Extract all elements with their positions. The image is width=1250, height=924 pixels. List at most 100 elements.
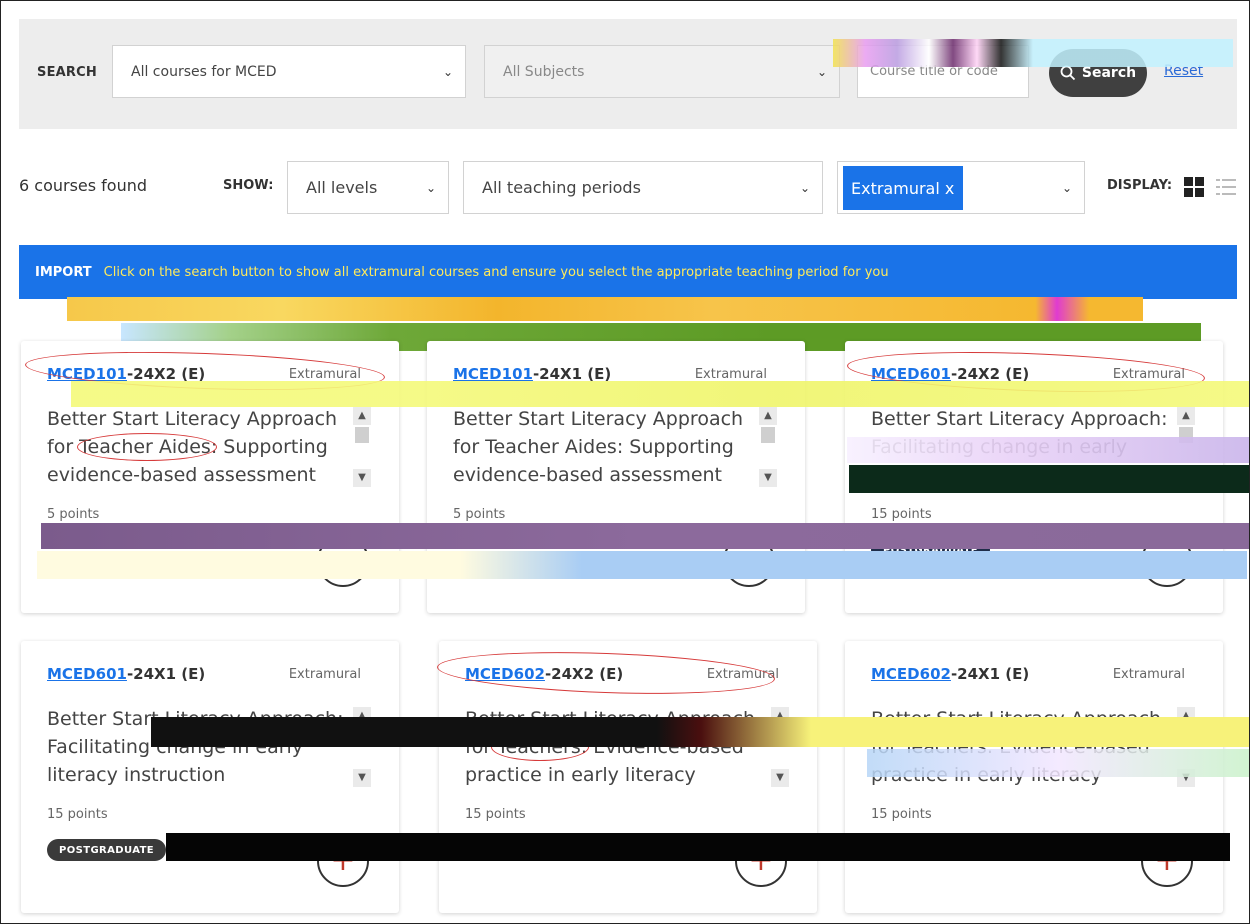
- display-label: DISPLAY:: [1107, 178, 1173, 193]
- course-points: 15 points: [47, 807, 108, 822]
- title-scrollbar[interactable]: ▲ ▼: [353, 407, 371, 487]
- levels-select[interactable]: All levels ⌄: [287, 161, 449, 214]
- course-card[interactable]: MCED101-24X1 (E) Extramural Better Start…: [427, 341, 805, 613]
- add-course-button[interactable]: +: [317, 835, 369, 887]
- search-icon: [1060, 65, 1076, 81]
- course-mode: Extramural: [288, 667, 361, 682]
- title-scrollbar[interactable]: ▲ ▼: [771, 707, 789, 787]
- scroll-thumb[interactable]: [761, 427, 775, 443]
- title-scrollbar[interactable]: ▲ ▼: [353, 707, 371, 787]
- course-mode: Extramural: [288, 367, 361, 382]
- course-select-value: All courses for MCED: [131, 63, 277, 80]
- results-count: 6 courses found: [19, 176, 148, 195]
- chevron-down-icon: ⌄: [816, 64, 827, 79]
- title-scrollbar[interactable]: ▲ ▼: [759, 407, 777, 487]
- notice-banner: IMPORT Click on the search button to sho…: [19, 245, 1237, 299]
- course-card[interactable]: MCED101-24X2 (E) Extramural Better Start…: [21, 341, 399, 613]
- notice-label: IMPORT: [35, 264, 92, 280]
- course-card[interactable]: MCED601-24X2 (E) Extramural Better Start…: [845, 341, 1223, 613]
- course-code-suffix: -24X1 (E): [126, 665, 206, 683]
- course-code: MCED101-24X1 (E): [453, 365, 611, 383]
- scroll-up-icon[interactable]: ▲: [353, 407, 371, 425]
- course-title: Better Start Literacy Approach for Teach…: [453, 408, 744, 495]
- course-select[interactable]: All courses for MCED ⌄: [112, 45, 466, 98]
- search-panel: SEARCH All courses for MCED ⌄ All Subjec…: [19, 19, 1237, 129]
- chevron-down-icon: ⌄: [425, 180, 436, 195]
- scroll-down-icon[interactable]: ▼: [353, 469, 371, 487]
- course-points: 15 points: [871, 807, 932, 822]
- course-points: 15 points: [871, 507, 932, 522]
- course-code-link[interactable]: MCED101: [47, 365, 127, 383]
- course-mode: Extramural: [694, 367, 767, 382]
- course-points: 5 points: [453, 507, 506, 522]
- scroll-down-icon[interactable]: ▼: [1177, 769, 1195, 787]
- course-points: 5 points: [47, 507, 100, 522]
- add-course-button[interactable]: +: [1141, 835, 1193, 887]
- course-points: 15 points: [465, 807, 526, 822]
- add-course-button[interactable]: +: [1141, 535, 1193, 587]
- add-course-button[interactable]: +: [723, 535, 775, 587]
- course-code: MCED602-24X2 (E): [465, 665, 623, 683]
- scroll-up-icon[interactable]: ▲: [1177, 707, 1195, 725]
- subject-select[interactable]: All Subjects ⌄: [484, 45, 840, 98]
- course-title: Better Start Literacy Approach for Teach…: [47, 408, 338, 495]
- course-title: Better Start Literacy Approach: Facilita…: [47, 708, 344, 786]
- scroll-thumb[interactable]: [355, 727, 369, 743]
- course-mode: Extramural: [706, 667, 779, 682]
- scroll-up-icon[interactable]: ▲: [759, 407, 777, 425]
- title-scrollbar[interactable]: ▲ ▼: [1177, 707, 1195, 787]
- scroll-thumb[interactable]: [1179, 427, 1193, 443]
- course-title: Better Start Literacy Approach for Teach…: [465, 708, 756, 795]
- chevron-down-icon: ⌄: [1061, 180, 1072, 195]
- scroll-up-icon[interactable]: ▲: [1177, 407, 1195, 425]
- search-input-placeholder: Course title or code: [870, 64, 998, 79]
- scroll-up-icon[interactable]: ▲: [771, 707, 789, 725]
- grid-view-icon[interactable]: [1183, 176, 1205, 198]
- search-button[interactable]: Search: [1049, 49, 1147, 97]
- subject-select-value: All Subjects: [503, 63, 585, 80]
- scroll-down-icon[interactable]: ▼: [771, 769, 789, 787]
- scroll-thumb[interactable]: [773, 727, 787, 743]
- periods-select-value: All teaching periods: [482, 178, 641, 197]
- extramural-chip[interactable]: Extramural x: [843, 166, 963, 210]
- course-code: MCED101-24X2 (E): [47, 365, 205, 383]
- course-code-link[interactable]: MCED101: [453, 365, 533, 383]
- course-code: MCED601-24X2 (E): [871, 365, 1029, 383]
- glitch-overlay: [67, 297, 1143, 321]
- scroll-thumb[interactable]: [1179, 727, 1193, 743]
- title-scrollbar[interactable]: ▲ ▼: [1177, 407, 1195, 487]
- course-code-suffix: -24X2 (E): [950, 365, 1030, 383]
- periods-select[interactable]: All teaching periods ⌄: [463, 161, 823, 214]
- levels-select-value: All levels: [306, 178, 378, 197]
- chevron-down-icon: ⌄: [442, 64, 453, 79]
- list-view-icon[interactable]: [1215, 176, 1237, 198]
- search-label: SEARCH: [37, 65, 97, 80]
- course-code-suffix: -24X2 (E): [126, 365, 206, 383]
- course-card[interactable]: MCED602-24X1 (E) Extramural Better Start…: [845, 641, 1223, 913]
- course-code-link[interactable]: MCED602: [871, 665, 951, 683]
- course-mode: Extramural: [1112, 367, 1185, 382]
- course-title: Better Start Literacy Approach: Facilita…: [871, 408, 1168, 486]
- add-course-button[interactable]: +: [317, 535, 369, 587]
- course-mode: Extramural: [1112, 667, 1185, 682]
- scroll-down-icon[interactable]: ▼: [1177, 469, 1195, 487]
- scroll-up-icon[interactable]: ▲: [353, 707, 371, 725]
- course-code: MCED602-24X1 (E): [871, 665, 1029, 683]
- course-code-link[interactable]: MCED602: [465, 665, 545, 683]
- scroll-down-icon[interactable]: ▼: [353, 769, 371, 787]
- course-code-link[interactable]: MCED601: [871, 365, 951, 383]
- search-button-label: Search: [1081, 65, 1137, 81]
- course-code-link[interactable]: MCED601: [47, 665, 127, 683]
- search-input[interactable]: Course title or code: [857, 45, 1029, 98]
- show-label: SHOW:: [223, 178, 274, 193]
- page-frame: SEARCH All courses for MCED ⌄ All Subjec…: [0, 0, 1250, 924]
- chevron-down-icon: ⌄: [799, 180, 810, 195]
- notice-message: Click on the search button to show all e…: [103, 264, 889, 280]
- reset-link[interactable]: Reset: [1164, 63, 1203, 79]
- course-card[interactable]: MCED601-24X1 (E) Extramural Better Start…: [21, 641, 399, 913]
- scroll-thumb[interactable]: [355, 427, 369, 443]
- course-card[interactable]: MCED602-24X2 (E) Extramural Better Start…: [439, 641, 817, 913]
- add-course-button[interactable]: +: [735, 835, 787, 887]
- course-code-suffix: -24X1 (E): [532, 365, 612, 383]
- scroll-down-icon[interactable]: ▼: [759, 469, 777, 487]
